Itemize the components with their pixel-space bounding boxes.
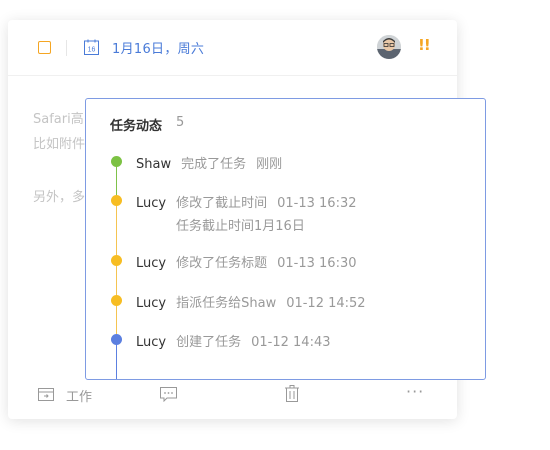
activity-entry: Lucy 创建了任务 01-12 14:43: [136, 331, 331, 350]
activity-entry: Lucy 修改了任务标题 01-13 16:30: [136, 252, 357, 271]
activity-user: Lucy: [136, 335, 167, 350]
activity-detail: 任务截止时间1月16日: [176, 219, 305, 234]
activity-action: 指派任务给Shaw: [176, 296, 277, 311]
task-header: 16 1月16日，周六 !!: [8, 20, 457, 76]
trash-icon[interactable]: [285, 385, 299, 402]
activity-popover: 任务动态 5 Shaw 完成了任务 刚刚 Lucy 修改了截止时间 01-13 16:3…: [85, 98, 486, 380]
activity-title: 任务动态: [110, 119, 163, 134]
activity-action: 修改了截止时间: [176, 196, 268, 211]
comment-icon[interactable]: [160, 387, 177, 402]
activity-user: Shaw: [136, 157, 172, 172]
priority-icon[interactable]: !!: [418, 36, 431, 54]
activity-time: 01-13 16:30: [277, 256, 357, 271]
svg-text:16: 16: [88, 47, 96, 54]
timeline-dot: [111, 295, 122, 306]
activity-entry: Lucy 指派任务给Shaw 01-12 14:52: [136, 292, 366, 311]
activity-action: 完成了任务: [181, 157, 247, 172]
more-icon[interactable]: ···: [406, 382, 424, 401]
description-line: 比如附件: [33, 137, 86, 152]
activity-count: 5: [176, 115, 185, 130]
timeline-dot: [111, 156, 122, 167]
description-line: Safari高: [33, 112, 84, 127]
timeline-line-segment: [116, 162, 117, 198]
activity-entry: Lucy 修改了截止时间 01-13 16:32 任务截止时间1月16日: [136, 192, 357, 234]
header-divider: [66, 40, 67, 56]
activity-user: Lucy: [136, 196, 167, 211]
activity-action: 创建了任务: [176, 335, 242, 350]
timeline-line-segment: [116, 339, 117, 379]
activity-action: 修改了任务标题: [176, 256, 268, 271]
task-complete-checkbox[interactable]: [38, 41, 51, 54]
task-footer: 工作 ···: [8, 382, 457, 408]
description-line: 另外，多: [33, 190, 86, 205]
activity-entry: Shaw 完成了任务 刚刚: [136, 153, 282, 172]
calendar-icon[interactable]: 16: [84, 39, 99, 55]
project-name[interactable]: 工作: [66, 386, 92, 405]
project-icon[interactable]: [38, 386, 54, 402]
activity-time: 01-13 16:32: [277, 196, 357, 211]
timeline-dot: [111, 334, 122, 345]
due-date[interactable]: 1月16日，周六: [112, 38, 204, 57]
activity-user: Lucy: [136, 256, 167, 271]
timeline-dot: [111, 195, 122, 206]
timeline-dot: [111, 255, 122, 266]
activity-time: 01-12 14:52: [286, 296, 366, 311]
activity-time: 01-12 14:43: [251, 335, 331, 350]
avatar[interactable]: [377, 35, 401, 59]
activity-time: 刚刚: [256, 157, 283, 172]
activity-user: Lucy: [136, 296, 167, 311]
